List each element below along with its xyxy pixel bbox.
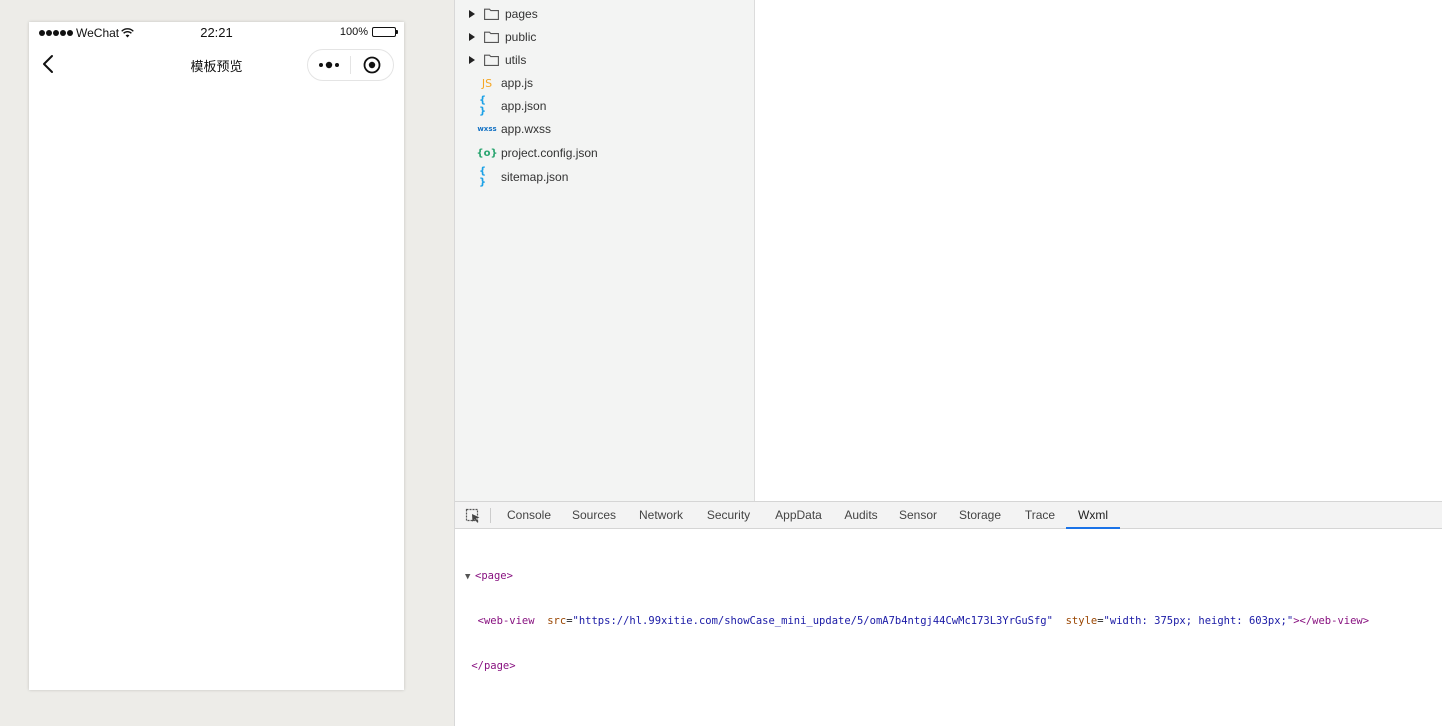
- tab-network[interactable]: Network: [630, 502, 692, 529]
- tree-item-label: app.wxss: [501, 122, 552, 136]
- tree-item-label: app.js: [501, 76, 534, 90]
- wxml-style-value: "width: 375px; height: 603px;": [1103, 615, 1294, 627]
- wxml-node-page-close: </page>: [465, 659, 1369, 674]
- tree-item-public[interactable]: public: [467, 27, 536, 47]
- target-circle-icon: [363, 56, 381, 74]
- tree-item-app-js[interactable]: JS app.js: [479, 73, 533, 93]
- tree-item-label: public: [505, 30, 537, 44]
- folder-icon: [483, 54, 499, 66]
- tree-item-label: app.json: [501, 99, 547, 113]
- wxml-webview-open: <web-view: [477, 615, 535, 627]
- tree-item-sitemap-json[interactable]: { } sitemap.json: [479, 166, 569, 188]
- navigation-bar: 模板预览: [29, 42, 404, 86]
- devtools-tab-bar: Console Sources Network Security AppData Audi…: [455, 501, 1442, 529]
- capsule-menu: [307, 49, 394, 81]
- wxml-page-open: <page>: [475, 570, 513, 582]
- tab-trace[interactable]: Trace: [1016, 502, 1064, 529]
- wxss-file-icon: wxss: [477, 125, 497, 133]
- wxml-webview-close: ></web-view>: [1293, 615, 1370, 627]
- wxml-src-attr: src: [547, 615, 567, 627]
- tree-item-label: pages: [505, 7, 538, 21]
- tab-sensor[interactable]: Sensor: [892, 502, 944, 529]
- json-file-icon: { }: [479, 95, 487, 117]
- tab-wxml[interactable]: Wxml: [1066, 502, 1120, 529]
- more-button[interactable]: [308, 50, 350, 80]
- js-file-icon: JS: [481, 76, 493, 90]
- wxml-node-page[interactable]: ▼ <page>: [465, 569, 1369, 584]
- tree-item-project-config-json[interactable]: {o} project.config.json: [476, 143, 598, 163]
- wxml-src-value: "https://hl.99xitie.com/showCase_mini_up…: [572, 615, 1053, 627]
- tree-item-app-wxss[interactable]: wxss app.wxss: [477, 119, 552, 139]
- tab-console[interactable]: Console: [499, 502, 559, 529]
- battery-icon: [372, 27, 398, 37]
- wxml-page-close: </page>: [471, 660, 516, 672]
- json-file-icon: { }: [479, 166, 487, 188]
- tree-item-utils[interactable]: utils: [467, 50, 526, 70]
- status-bar: WeChat 22:21 100%: [29, 22, 404, 42]
- tree-item-label: utils: [505, 53, 527, 67]
- close-miniprogram-button[interactable]: [351, 50, 393, 80]
- tab-audits[interactable]: Audits: [835, 502, 887, 529]
- expand-arrow-icon[interactable]: [467, 33, 477, 41]
- expand-arrow-icon[interactable]: [467, 10, 477, 18]
- tree-item-label: project.config.json: [501, 146, 598, 160]
- config-file-icon: {o}: [476, 147, 498, 159]
- tab-divider: [490, 508, 491, 523]
- tree-item-label: sitemap.json: [501, 170, 569, 184]
- tab-appdata[interactable]: AppData: [765, 502, 832, 529]
- tree-item-app-json[interactable]: { } app.json: [479, 95, 547, 117]
- phone-simulator: WeChat 22:21 100% 模板预览: [29, 22, 404, 690]
- inspect-element-icon[interactable]: [465, 508, 481, 524]
- expand-triangle-icon[interactable]: ▼: [465, 570, 475, 585]
- tab-storage[interactable]: Storage: [951, 502, 1009, 529]
- battery-group: 100%: [339, 26, 398, 38]
- devtools-panel: Console Sources Network Security AppData Audi…: [454, 501, 1442, 726]
- wxml-tree: ▼ <page> <web-view src="https://hl.99xiti…: [465, 539, 1369, 704]
- tree-item-pages[interactable]: pages: [467, 4, 538, 24]
- expand-arrow-icon[interactable]: [467, 56, 477, 64]
- wxml-style-attr: style: [1065, 615, 1098, 627]
- folder-icon: [483, 8, 499, 20]
- folder-icon: [483, 31, 499, 43]
- wxml-node-web-view[interactable]: <web-view src="https://hl.99xitie.com/sh…: [465, 614, 1369, 629]
- tab-sources[interactable]: Sources: [564, 502, 624, 529]
- battery-percent: 100%: [339, 26, 368, 38]
- editor-area: [755, 0, 1442, 501]
- more-dots-icon: [319, 61, 339, 69]
- tab-security[interactable]: Security: [698, 502, 759, 529]
- file-explorer: pages public utils JS app.js { } app.json wxss a…: [454, 0, 755, 501]
